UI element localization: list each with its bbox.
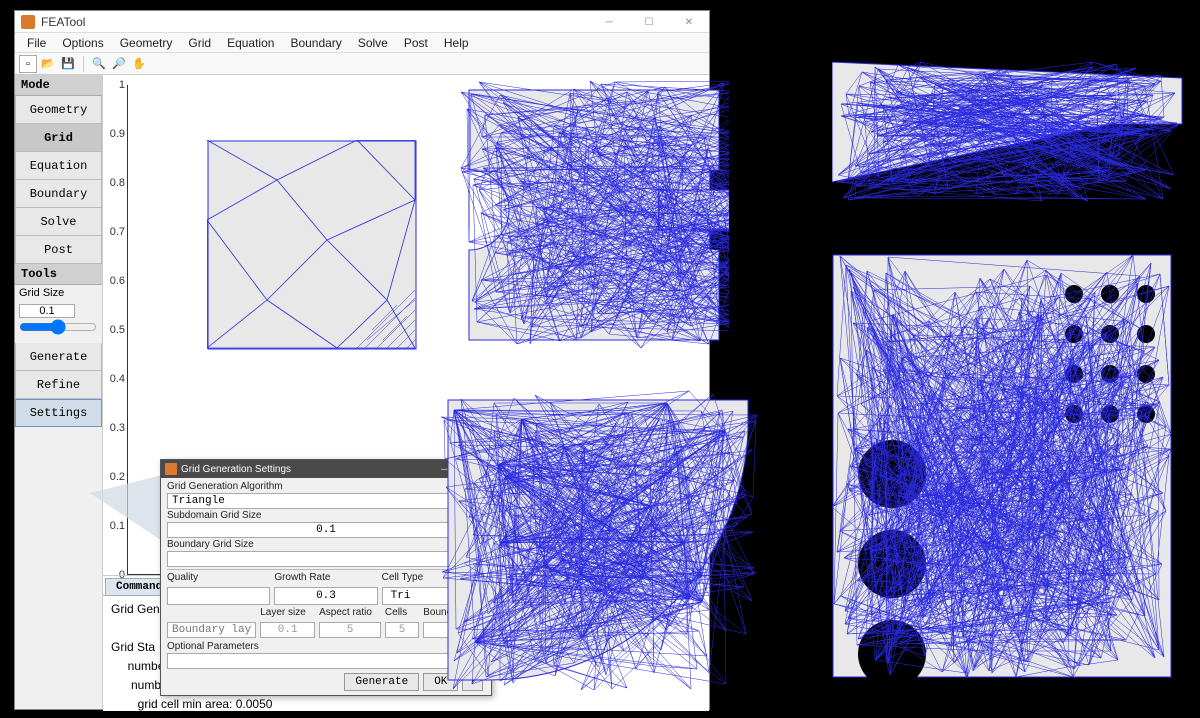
pan-icon[interactable]: ✋ — [130, 55, 148, 73]
mode-geometry[interactable]: Geometry — [15, 96, 102, 124]
mesh-wedge — [832, 62, 1186, 222]
refine-button[interactable]: Refine — [15, 371, 102, 399]
mesh-plate-holes — [832, 254, 1172, 678]
menu-equation[interactable]: Equation — [219, 36, 282, 50]
subdomain-label: Subdomain Grid Size — [167, 509, 485, 522]
sidebar: Mode Geometry Grid Equation Boundary Sol… — [15, 75, 103, 709]
menu-solve[interactable]: Solve — [350, 36, 396, 50]
grid-size-input[interactable] — [19, 304, 75, 318]
settings-button[interactable]: Settings — [15, 399, 102, 427]
quality-label: Quality — [167, 572, 270, 583]
mode-header: Mode — [15, 75, 102, 96]
menu-post[interactable]: Post — [396, 36, 436, 50]
titlebar: FEATool ─ ☐ ✕ — [15, 11, 709, 33]
optional-label: Optional Parameters — [167, 640, 485, 653]
menu-boundary[interactable]: Boundary — [282, 36, 349, 50]
menu-file[interactable]: File — [19, 36, 54, 50]
dialog-generate-button[interactable]: Generate — [344, 673, 419, 691]
growth-label: Growth Rate — [274, 572, 377, 583]
grid-settings-dialog: Grid Generation Settings ─ ☐ ✕ Grid Gene… — [160, 459, 492, 696]
mode-post[interactable]: Post — [15, 236, 102, 264]
dialog-close-icon[interactable]: ✕ — [479, 464, 487, 475]
menu-grid[interactable]: Grid — [180, 36, 219, 50]
boundary-gridsize-input[interactable] — [167, 551, 485, 567]
toolbar-divider — [83, 56, 84, 72]
minimize-button[interactable]: ─ — [589, 11, 629, 33]
aspect-label: Aspect ratio — [319, 607, 381, 618]
dialog-maximize-icon[interactable]: ☐ — [459, 464, 467, 475]
settings-callout — [90, 475, 162, 541]
window-title: FEATool — [41, 15, 85, 29]
dialog-minimize-icon[interactable]: ─ — [441, 464, 447, 475]
dialog-title: Grid Generation Settings — [181, 464, 291, 475]
grid-size-slider[interactable] — [19, 320, 97, 334]
boundaries-input[interactable] — [423, 622, 485, 638]
dialog-titlebar[interactable]: Grid Generation Settings ─ ☐ ✕ — [161, 460, 491, 478]
aspect-input[interactable] — [319, 622, 381, 638]
zoom-in-icon[interactable]: 🔍 — [90, 55, 108, 73]
cells-label: Cells — [385, 607, 419, 618]
grid-size-label: Grid Size — [15, 285, 102, 301]
menubar: File Options Geometry Grid Equation Boun… — [15, 33, 709, 53]
new-icon[interactable]: ▫ — [19, 55, 37, 73]
algorithm-label: Grid Generation Algorithm — [167, 480, 485, 493]
menu-options[interactable]: Options — [54, 36, 111, 50]
mode-grid[interactable]: Grid — [15, 124, 102, 152]
dialog-help-button[interactable]: ? — [462, 673, 483, 691]
mode-boundary[interactable]: Boundary — [15, 180, 102, 208]
save-icon[interactable]: 💾 — [59, 55, 77, 73]
mode-equation[interactable]: Equation — [15, 152, 102, 180]
close-button[interactable]: ✕ — [669, 11, 709, 33]
algorithm-input[interactable] — [167, 493, 485, 509]
toolbar: ▫ 📂 💾 🔍 🔎 ✋ — [15, 53, 709, 75]
layersize-input[interactable] — [260, 622, 315, 638]
menu-geometry[interactable]: Geometry — [112, 36, 181, 50]
layersize-label: Layer size — [260, 607, 315, 618]
celltype-label: Cell Type — [382, 572, 485, 583]
blayers-input[interactable] — [167, 622, 256, 638]
optional-input[interactable] — [167, 653, 485, 669]
dialog-icon — [165, 463, 177, 475]
cells-input[interactable] — [385, 622, 419, 638]
open-icon[interactable]: 📂 — [39, 55, 57, 73]
quality-input[interactable] — [167, 587, 270, 605]
mode-solve[interactable]: Solve — [15, 208, 102, 236]
zoom-out-icon[interactable]: 🔎 — [110, 55, 128, 73]
menu-help[interactable]: Help — [436, 36, 477, 50]
maximize-button[interactable]: ☐ — [629, 11, 669, 33]
subdomain-input[interactable] — [167, 522, 485, 538]
app-icon — [21, 15, 35, 29]
growth-input[interactable] — [274, 587, 377, 605]
boundary-gridsize-label: Boundary Grid Size — [167, 538, 485, 551]
dialog-ok-button[interactable]: OK — [423, 673, 458, 691]
boundaries-label: Boundaries — [423, 607, 485, 618]
generate-button[interactable]: Generate — [15, 343, 102, 371]
celltype-select[interactable]: Tri — [382, 587, 485, 605]
tools-header: Tools — [15, 264, 102, 285]
